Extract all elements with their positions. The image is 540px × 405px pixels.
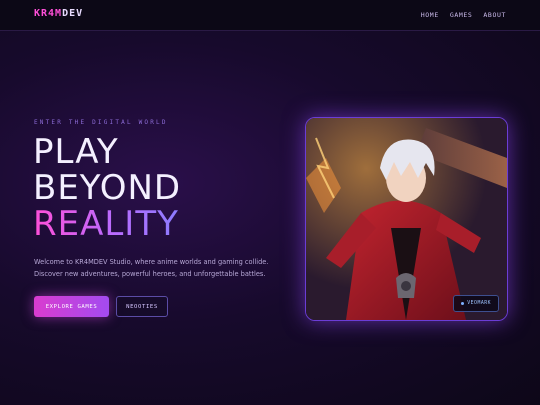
nav-link-games[interactable]: GAMES: [450, 11, 473, 19]
logo-rest: DEV: [62, 8, 84, 19]
hero-character-illustration: [306, 118, 507, 320]
hero-description: Welcome to KR4MDEV Studio, where anime w…: [34, 257, 279, 280]
top-navbar: KR4MDEV HOME GAMES ABOUT: [0, 0, 540, 31]
badge-label: VEOMARK: [467, 301, 491, 306]
headline-line-play: PLAY: [33, 132, 119, 172]
hero-headline: PLAY BEYOND REALITY: [33, 134, 181, 242]
nav-link-home[interactable]: HOME: [421, 11, 439, 19]
main-nav: HOME GAMES ABOUT: [421, 11, 506, 19]
hero-eyebrow: ENTER THE DIGITAL WORLD: [34, 119, 168, 126]
card-badge[interactable]: VEOMARK: [453, 295, 499, 312]
secondary-button[interactable]: NEOOTIES: [116, 296, 168, 317]
description-line-2: Discover new adventures, powerful heroes…: [34, 269, 266, 278]
brand-logo[interactable]: KR4MDEV: [34, 8, 83, 19]
headline-line-beyond: BEYOND: [33, 168, 182, 208]
logo-accent: KR4M: [34, 8, 63, 19]
description-line-1: Welcome to KR4MDEV Studio, where anime w…: [34, 258, 269, 266]
badge-dot-icon: [461, 302, 465, 305]
nav-link-about[interactable]: ABOUT: [483, 11, 506, 19]
explore-games-button[interactable]: EXPLORE GAMES: [34, 296, 109, 317]
hero-character-card: VEOMARK: [305, 117, 508, 321]
headline-line-reality: REALITY: [33, 206, 181, 242]
